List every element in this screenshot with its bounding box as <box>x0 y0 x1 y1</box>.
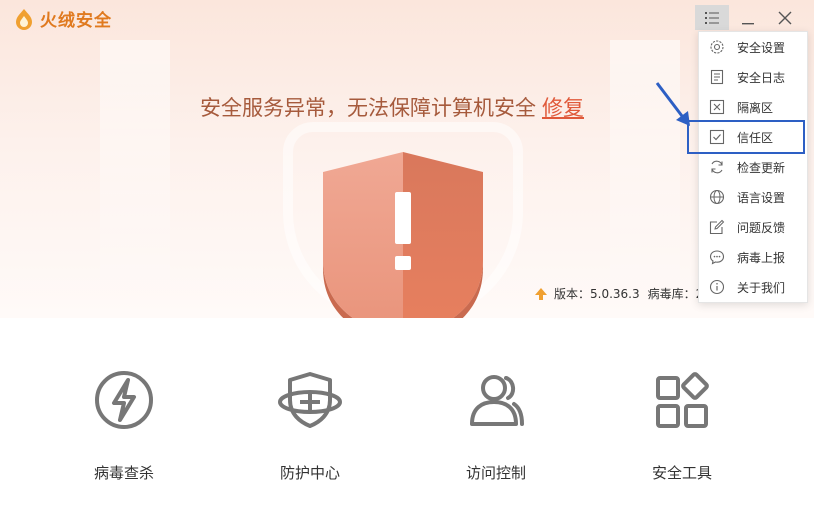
menu-item-label: 隔离区 <box>737 100 774 115</box>
feature-access-control[interactable]: 访问控制 <box>436 368 556 483</box>
menu-item-quarantine[interactable]: 隔离区 <box>699 92 807 122</box>
upgrade-arrow-icon <box>535 287 547 300</box>
gear-icon <box>710 40 724 54</box>
app-window: 火绒安全 安全服务异常，无法保障计算机安全 修复 版本：5.0.36.3 病毒库… <box>0 0 814 510</box>
virus-db-text: 病毒库：2 <box>647 287 704 301</box>
menu-item-label: 关于我们 <box>737 280 786 295</box>
menu-item-security-log[interactable]: 安全日志 <box>699 62 807 92</box>
menu-item-label: 检查更新 <box>737 160 786 175</box>
users-icon <box>470 375 524 426</box>
hero-decoration <box>100 40 170 310</box>
refresh-icon <box>711 160 723 174</box>
feature-protection-center[interactable]: 防护中心 <box>250 368 370 483</box>
version-text: 版本：5.0.36.3 <box>554 287 640 301</box>
quarantine-icon <box>709 99 725 115</box>
chat-icon <box>709 250 725 265</box>
app-title: 火绒安全 <box>40 11 112 31</box>
repair-link[interactable]: 修复 <box>542 96 584 120</box>
menu-item-label: 问题反馈 <box>737 220 786 235</box>
minimize-icon <box>742 22 754 24</box>
menu-list-icon <box>705 11 719 24</box>
main-menu-button[interactable] <box>695 5 729 30</box>
trust-zone-highlight <box>687 120 805 154</box>
document-icon <box>710 69 724 85</box>
menu-item-feedback[interactable]: 问题反馈 <box>699 212 807 242</box>
feature-panel: 病毒查杀 防护中心 访问控制 安全工具 <box>0 318 814 510</box>
edit-icon <box>709 219 725 235</box>
minimize-button[interactable] <box>731 5 765 30</box>
feature-label: 病毒查杀 <box>93 464 154 482</box>
menu-item-label: 安全日志 <box>737 70 786 85</box>
lightning-icon <box>95 371 153 429</box>
menu-item-security-settings[interactable]: 安全设置 <box>699 32 807 62</box>
info-icon <box>709 279 725 295</box>
tools-grid-icon <box>656 372 709 428</box>
globe-icon <box>709 189 725 205</box>
menu-item-virus-report[interactable]: 病毒上报 <box>699 242 807 272</box>
status-message: 安全服务异常，无法保障计算机安全 修复 <box>200 92 584 122</box>
menu-item-about[interactable]: 关于我们 <box>699 272 807 302</box>
version-info: 版本：5.0.36.3 病毒库：2 <box>534 285 703 302</box>
pointer-arrow-icon <box>655 82 690 126</box>
feature-label: 访问控制 <box>465 464 526 482</box>
close-icon <box>778 11 792 24</box>
hero-panel: 火绒安全 安全服务异常，无法保障计算机安全 修复 版本：5.0.36.3 病毒库… <box>0 0 814 318</box>
close-button[interactable] <box>768 5 802 30</box>
menu-item-language[interactable]: 语言设置 <box>699 182 807 212</box>
menu-item-label: 病毒上报 <box>737 250 786 265</box>
shield-plus-icon <box>278 372 342 428</box>
feature-label: 防护中心 <box>279 464 340 482</box>
feature-security-tools[interactable]: 安全工具 <box>622 368 742 483</box>
feature-virus-scan[interactable]: 病毒查杀 <box>64 368 184 483</box>
huorong-logo-icon <box>16 8 32 30</box>
feature-label: 安全工具 <box>651 464 712 482</box>
warning-shield-icon <box>323 152 483 318</box>
brand: 火绒安全 <box>14 6 112 31</box>
menu-item-label: 安全设置 <box>737 40 786 55</box>
menu-item-check-update[interactable]: 检查更新 <box>699 152 807 182</box>
menu-item-label: 语言设置 <box>737 190 786 205</box>
main-dropdown-menu: 安全设置 安全日志 隔离区 信任区 检查更新 语言设置 问题反馈 病毒上报 关于… <box>698 31 808 303</box>
status-text: 安全服务异常，无法保障计算机安全 <box>200 96 536 120</box>
